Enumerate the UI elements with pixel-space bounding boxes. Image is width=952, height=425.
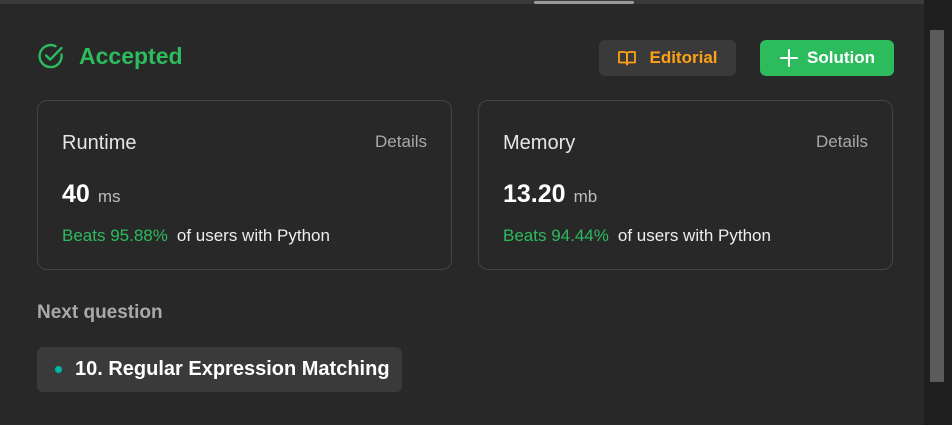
- memory-unit: mb: [573, 187, 598, 206]
- runtime-details-link[interactable]: Details: [375, 132, 427, 152]
- editorial-label: Editorial: [649, 48, 718, 67]
- runtime-value: 40 ms: [62, 180, 120, 209]
- plus-icon: [779, 48, 799, 68]
- runtime-number: 40: [62, 180, 90, 208]
- runtime-card: Runtime Details 40 ms Beats 95.88% of us…: [37, 100, 452, 270]
- memory-card: Memory Details 13.20 mb Beats 94.44% of …: [478, 100, 893, 270]
- memory-number: 13.20: [503, 180, 566, 208]
- runtime-title: Runtime: [62, 132, 137, 154]
- memory-details-link[interactable]: Details: [816, 132, 868, 152]
- solution-label: Solution: [807, 48, 875, 67]
- scrollbar-thumb[interactable]: [930, 30, 944, 382]
- editorial-button[interactable]: Editorial: [599, 40, 736, 76]
- scrollbar-track[interactable]: [924, 0, 952, 425]
- runtime-unit: ms: [97, 187, 121, 206]
- tab-strip-border: [0, 0, 924, 4]
- memory-title: Memory: [503, 132, 576, 154]
- status-label: Accepted: [79, 42, 183, 69]
- memory-beats-suffix: of users with Python: [617, 226, 771, 245]
- memory-value: 13.20 mb: [503, 180, 597, 209]
- check-circle-icon: [37, 42, 65, 70]
- runtime-beats-percent: Beats 95.88%: [62, 226, 168, 245]
- submission-result-panel: Accepted Editorial Solution Runtime Deta…: [0, 0, 952, 425]
- active-tab-indicator: [534, 1, 634, 4]
- memory-beats-percent: Beats 94.44%: [503, 226, 609, 245]
- difficulty-dot-icon: [55, 366, 62, 373]
- solution-button[interactable]: Solution: [760, 40, 894, 76]
- runtime-beats: Beats 95.88% of users with Python: [62, 226, 330, 246]
- book-open-icon: [617, 48, 637, 68]
- next-question-title: 10. Regular Expression Matching: [75, 358, 390, 380]
- status-row: Accepted: [37, 42, 183, 70]
- next-question-link[interactable]: 10. Regular Expression Matching: [37, 347, 402, 392]
- next-question-heading: Next question: [37, 302, 163, 323]
- memory-beats: Beats 94.44% of users with Python: [503, 226, 771, 246]
- runtime-beats-suffix: of users with Python: [176, 226, 330, 245]
